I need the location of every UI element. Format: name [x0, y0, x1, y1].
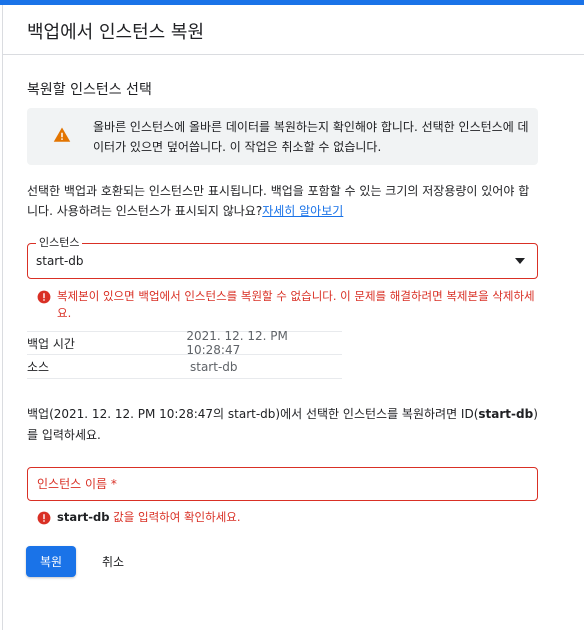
instance-name-error-id: start-db	[57, 510, 110, 524]
confirm-instructions: 백업(2021. 12. 12. PM 10:28:47의 start-db)에…	[27, 404, 539, 446]
instance-select-label: 인스턴스	[36, 236, 83, 250]
dropdown-arrow-icon	[515, 258, 525, 264]
panel-left-border	[2, 5, 3, 630]
panel-header: 백업에서 인스턴스 복원	[3, 5, 584, 55]
instance-select[interactable]: 인스턴스 start-db	[27, 236, 538, 279]
detail-key: 소스	[27, 360, 50, 374]
detail-row-backup-time: 백업 시간 2021. 12. 12. PM 10:28:47	[27, 329, 342, 357]
detail-key: 백업 시간	[27, 336, 75, 351]
learn-more-link[interactable]: 자세히 알아보기	[262, 204, 343, 218]
detail-value: 2021. 12. 12. PM 10:28:47	[186, 329, 288, 357]
instance-name-error: start-db 값을 입력하여 확인하세요.	[37, 509, 537, 526]
instance-select-error-text: 복제본이 있으면 백업에서 인스턴스를 복원할 수 없습니다. 이 문제를 해결…	[57, 289, 535, 320]
warning-icon	[53, 127, 71, 142]
warning-banner: 올바른 인스턴스에 올바른 데이터를 복원하는지 확인해야 합니다. 선택한 인…	[27, 108, 538, 165]
detail-row-source: 소스 start-db	[27, 355, 342, 379]
section-title: 복원할 인스턴스 선택	[27, 82, 152, 98]
instance-select-error: 복제본이 있으면 백업에서 인스턴스를 복원할 수 없습니다. 이 문제를 해결…	[37, 288, 537, 322]
page-title: 백업에서 인스턴스 복원	[27, 22, 205, 43]
detail-value: start-db	[190, 359, 238, 374]
backup-details: 백업 시간 2021. 12. 12. PM 10:28:47 소스 start…	[27, 329, 342, 379]
confirm-instance-id: start-db	[478, 407, 534, 421]
restore-button[interactable]: 복원	[26, 546, 76, 577]
compatibility-info: 선택한 백업과 호환되는 인스턴스만 표시됩니다. 백업을 포함할 수 있는 크…	[27, 181, 539, 221]
cancel-button[interactable]: 취소	[88, 546, 138, 577]
instance-name-error-message: 값을 입력하여 확인하세요.	[109, 510, 241, 524]
instance-name-input[interactable]	[27, 467, 538, 501]
instance-select-value: start-db	[36, 254, 84, 268]
warning-text: 올바른 인스턴스에 올바른 데이터를 복원하는지 확인해야 합니다. 선택한 인…	[93, 120, 529, 154]
error-icon	[37, 290, 51, 304]
confirm-prefix: 백업(2021. 12. 12. PM 10:28:47의 start-db)에…	[27, 407, 479, 421]
instance-name-error-text: start-db 값을 입력하여 확인하세요.	[57, 509, 241, 526]
error-icon	[37, 511, 51, 525]
